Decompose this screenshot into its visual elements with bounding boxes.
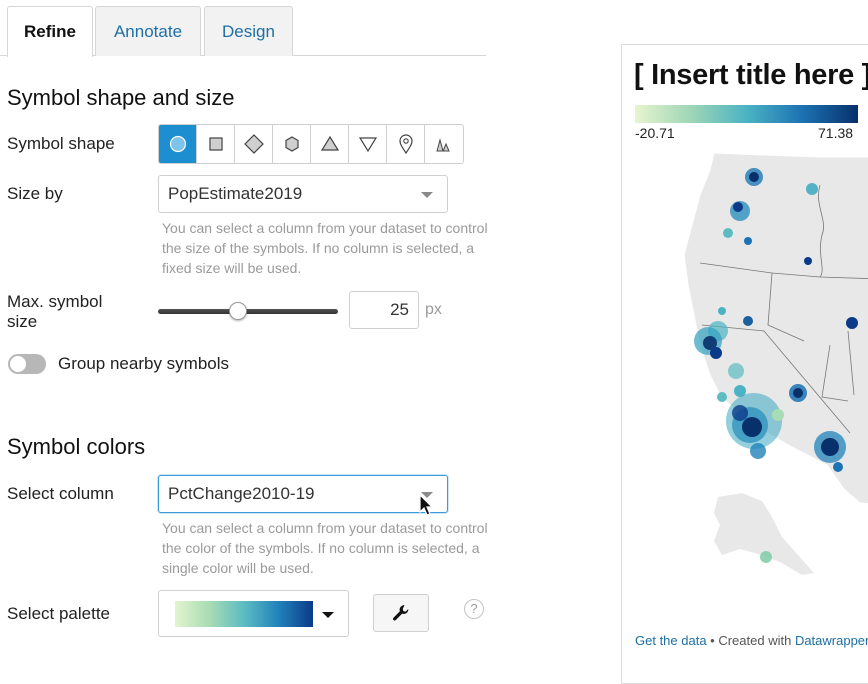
shape-button-triangle[interactable] bbox=[311, 125, 349, 163]
group-symbols-label: Group nearby symbols bbox=[58, 354, 230, 373]
datawrapper-link[interactable]: Datawrapper bbox=[795, 633, 868, 648]
size-by-select[interactable]: PopEstimate2019 bbox=[158, 175, 448, 213]
shape-button-triangle-down[interactable] bbox=[349, 125, 387, 163]
map-land-alaska bbox=[714, 493, 814, 575]
toggle-knob bbox=[10, 356, 26, 372]
legend-max-value: 71.38 bbox=[818, 125, 854, 141]
tab-annotate-label: Annotate bbox=[113, 21, 183, 41]
size-by-value: PopEstimate2019 bbox=[168, 184, 303, 203]
color-help-text: You can select a column from your datase… bbox=[162, 520, 488, 576]
color-column-value: PctChange2010-19 bbox=[168, 484, 315, 503]
max-size-input[interactable]: 25 bbox=[349, 291, 419, 329]
chevron-down-icon bbox=[322, 612, 334, 618]
triangle-down-icon bbox=[358, 137, 377, 153]
symbol-section-heading: Symbol shape and size bbox=[7, 85, 235, 110]
size-help-text: You can select a column from your datase… bbox=[162, 220, 488, 276]
max-size-slider-handle[interactable] bbox=[229, 302, 247, 320]
select-palette-label: Select palette bbox=[7, 604, 111, 623]
symbol-shape-label: Symbol shape bbox=[7, 134, 115, 153]
diamond-icon bbox=[243, 134, 264, 154]
group-symbols-toggle[interactable] bbox=[8, 354, 46, 374]
tab-annotate[interactable]: Annotate bbox=[95, 6, 201, 56]
triangle-icon bbox=[320, 135, 339, 151]
wrench-icon bbox=[393, 605, 409, 621]
chart-footer: Get the data • Created with Datawrapper bbox=[635, 633, 868, 648]
shape-button-marker[interactable] bbox=[387, 125, 425, 163]
hexagon-icon bbox=[284, 136, 299, 152]
footer-separator: • Created with bbox=[706, 633, 795, 648]
tab-bar: Refine Annotate Design bbox=[0, 0, 486, 57]
color-section-heading: Symbol colors bbox=[7, 434, 146, 459]
chart-preview: [ Insert title here ] -20.71 71.38 Get t… bbox=[621, 44, 868, 684]
palette-swatch bbox=[175, 601, 313, 627]
get-data-link[interactable]: Get the data bbox=[635, 633, 707, 648]
help-icon[interactable]: ? bbox=[464, 599, 484, 619]
shape-button-spikes[interactable] bbox=[425, 125, 463, 163]
max-symbol-size-label: Max. symbol size bbox=[7, 292, 103, 331]
marker-pin-icon bbox=[398, 134, 413, 155]
max-size-unit: px bbox=[425, 301, 442, 318]
square-icon bbox=[208, 137, 223, 151]
shape-button-diamond[interactable] bbox=[235, 125, 273, 163]
color-legend-bar bbox=[635, 105, 858, 123]
chevron-down-icon bbox=[421, 192, 433, 198]
mouse-cursor-icon bbox=[419, 494, 434, 516]
tab-refine[interactable]: Refine bbox=[7, 6, 93, 57]
shape-button-circle[interactable] bbox=[159, 125, 197, 163]
tab-design[interactable]: Design bbox=[204, 6, 293, 56]
spikes-icon bbox=[436, 138, 450, 152]
shape-button-square[interactable] bbox=[197, 125, 235, 163]
tab-design-label: Design bbox=[222, 21, 275, 41]
shape-button-hexagon[interactable] bbox=[273, 125, 311, 163]
chart-title[interactable]: [ Insert title here ] bbox=[634, 59, 868, 92]
tab-refine-label: Refine bbox=[24, 22, 76, 41]
legend-min-value: -20.71 bbox=[635, 125, 675, 141]
select-column-label: Select column bbox=[7, 484, 114, 503]
size-by-label: Size by bbox=[7, 184, 63, 203]
palette-select[interactable] bbox=[158, 590, 349, 637]
color-column-select[interactable]: PctChange2010-19 bbox=[158, 475, 448, 513]
max-size-slider-track[interactable] bbox=[158, 309, 338, 314]
symbol-map bbox=[683, 152, 868, 575]
palette-settings-button[interactable] bbox=[373, 594, 429, 632]
symbol-shape-group bbox=[158, 124, 464, 164]
circle-icon bbox=[169, 135, 186, 153]
